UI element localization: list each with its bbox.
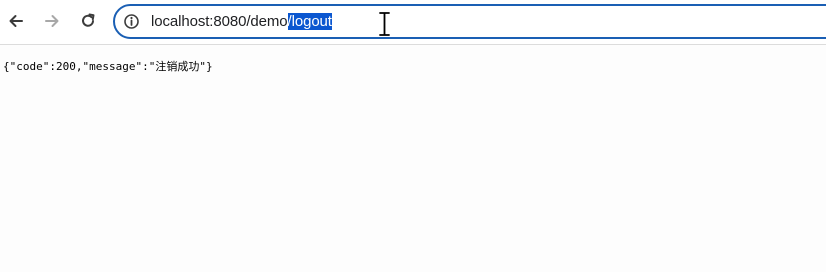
url-selection: /logout <box>287 13 332 30</box>
url-text[interactable]: localhost:8080/demo/logout <box>151 13 332 31</box>
back-arrow-icon <box>9 15 23 27</box>
forward-button[interactable] <box>40 9 64 33</box>
json-response-text: {"code":200,"message":"注销成功"} <box>3 60 213 73</box>
address-bar[interactable]: localhost:8080/demo/logout <box>113 4 826 39</box>
forward-arrow-icon <box>45 15 59 27</box>
back-button[interactable] <box>4 9 28 33</box>
reload-button[interactable] <box>76 9 100 33</box>
url-base: localhost:8080/demo <box>151 13 288 30</box>
text-cursor-icon <box>378 11 391 37</box>
browser-toolbar: localhost:8080/demo/logout <box>0 0 826 45</box>
reload-icon <box>82 13 95 27</box>
info-icon[interactable] <box>123 13 140 30</box>
